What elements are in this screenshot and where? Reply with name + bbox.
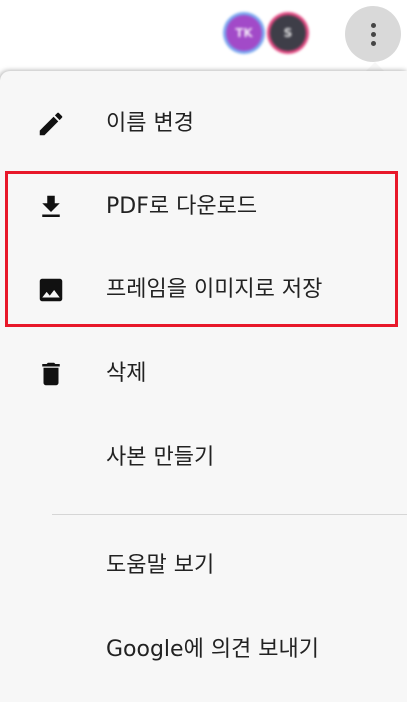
collaborator-avatar[interactable]: S (270, 15, 306, 51)
menu-item-label: 이름 변경 (106, 111, 194, 136)
menu-item-save-frame-as-image[interactable]: 프레임을 이미지로 저장 (0, 262, 407, 318)
menu-item-label: 사본 만들기 (106, 445, 215, 470)
menu-item-help[interactable]: 도움말 보기 (0, 538, 407, 594)
overflow-menu: 이름 변경 PDF로 다운로드 프레임을 이미지로 저장 삭제 사본 만들기 도… (0, 71, 407, 702)
menu-item-download-pdf[interactable]: PDF로 다운로드 (0, 179, 407, 235)
download-icon (36, 192, 66, 222)
menu-item-label: Google에 의견 보내기 (106, 637, 320, 662)
menu-item-rename[interactable]: 이름 변경 (0, 96, 407, 152)
more-vert-icon (370, 22, 376, 28)
menu-divider (52, 514, 407, 515)
pencil-icon (36, 109, 66, 139)
menu-item-make-copy[interactable]: 사본 만들기 (0, 430, 407, 486)
more-vert-icon-dot (370, 31, 376, 37)
menu-item-label: 삭제 (106, 361, 147, 386)
menu-item-send-feedback[interactable]: Google에 의견 보내기 (0, 622, 407, 678)
more-vert-icon-dot (370, 40, 376, 46)
menu-item-label: 프레임을 이미지로 저장 (106, 277, 323, 302)
collaborator-avatar[interactable]: TK (226, 15, 262, 51)
menu-item-label: PDF로 다운로드 (106, 194, 258, 219)
trash-icon (36, 359, 66, 389)
menu-item-label: 도움말 보기 (106, 553, 215, 578)
menu-item-delete[interactable]: 삭제 (0, 346, 407, 402)
more-options-button[interactable] (345, 6, 401, 62)
image-icon (36, 275, 66, 305)
top-bar: TK S (0, 0, 407, 66)
